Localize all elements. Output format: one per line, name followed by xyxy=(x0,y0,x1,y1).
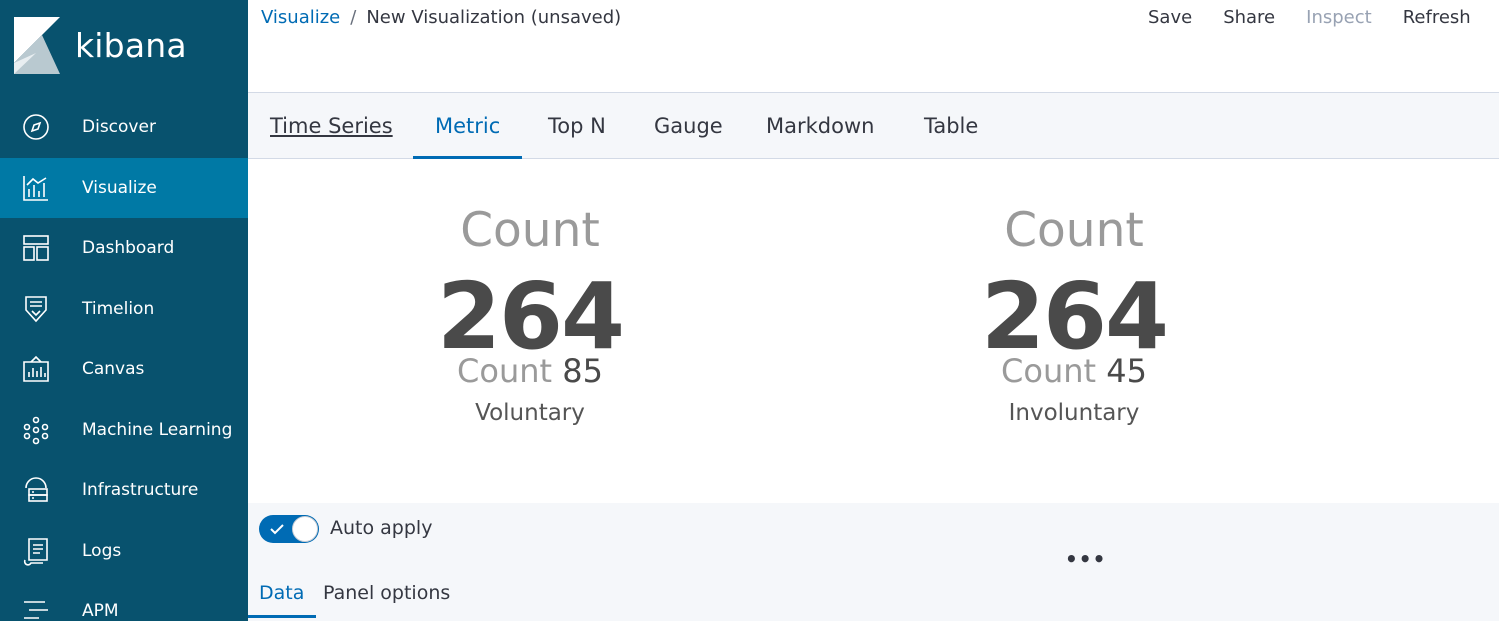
tab-markdown[interactable]: Markdown xyxy=(766,93,874,158)
tab-label: Top N xyxy=(548,113,606,138)
metric-secondary-value: 45 xyxy=(1106,352,1147,390)
canvas-icon xyxy=(23,356,49,383)
sidebar-item-dashboard[interactable]: Dashboard xyxy=(0,218,248,279)
sidebar-item-infrastructure[interactable]: Infrastructure xyxy=(0,460,248,521)
more-options-icon[interactable]: ••• xyxy=(1065,547,1106,571)
editor-panel: Auto apply ••• Data Panel options xyxy=(247,503,1499,621)
breadcrumb-current: New Visualization (unsaved) xyxy=(366,7,622,28)
breadcrumb: Visualize / New Visualization (unsaved) xyxy=(261,7,621,28)
sidebar-item-apm[interactable]: APM xyxy=(0,581,248,621)
tab-label: Markdown xyxy=(766,113,875,138)
tab-time-series[interactable]: Time Series xyxy=(270,93,393,158)
sidebar-item-timelion[interactable]: Timelion xyxy=(0,279,248,340)
kibana-logo-icon xyxy=(14,17,60,74)
share-button[interactable]: Share xyxy=(1223,7,1275,28)
tab-data[interactable]: Data xyxy=(247,582,317,618)
timelion-icon xyxy=(25,295,47,322)
sidebar-item-machine-learning[interactable]: Machine Learning xyxy=(0,400,248,461)
sidebar-item-logs[interactable]: Logs xyxy=(0,521,248,582)
metric-label: Voluntary xyxy=(475,400,585,426)
metric-secondary-label: Count xyxy=(1001,352,1097,390)
metric-secondary: Count 45 xyxy=(934,352,1214,390)
metric-visualization: Count 264 Count 85 Voluntary Count 264 C… xyxy=(248,159,1499,503)
sidebar-item-visualize[interactable]: Visualize xyxy=(0,157,248,218)
tab-label: Gauge xyxy=(654,113,723,138)
sidebar-item-label: Dashboard xyxy=(82,238,175,259)
tab-table[interactable]: Table xyxy=(924,93,978,158)
tab-label: Metric xyxy=(435,113,501,138)
sidebar-item-label: Visualize xyxy=(82,177,157,198)
tab-gauge[interactable]: Gauge xyxy=(654,93,723,158)
infrastructure-icon xyxy=(25,477,48,503)
sidebar-item-label: Infrastructure xyxy=(82,480,199,501)
top-header: Visualize / New Visualization (unsaved) … xyxy=(248,0,1499,93)
metric-secondary: Count 85 xyxy=(390,352,670,390)
compass-icon xyxy=(23,114,49,141)
tab-label: Table xyxy=(924,113,979,138)
sidebar-item-canvas[interactable]: Canvas xyxy=(0,339,248,400)
breadcrumb-separator: / xyxy=(350,7,357,28)
sidebar-item-discover[interactable]: Discover xyxy=(0,97,248,158)
sidebar-item-label: Logs xyxy=(82,540,122,561)
top-nav-menu: Save Share Inspect Refresh xyxy=(1148,7,1499,28)
app-name: kibana xyxy=(75,26,187,65)
tab-panel-options[interactable]: Panel options xyxy=(323,582,450,615)
apm-icon xyxy=(24,601,48,620)
kibana-logo[interactable]: kibana xyxy=(0,0,248,96)
kibana-app: kibana Discover Visualize Dashboard Time… xyxy=(0,0,1499,621)
metric-secondary-label: Count xyxy=(457,352,553,390)
breadcrumb-visualize-link[interactable]: Visualize xyxy=(261,7,340,28)
dashboard-icon xyxy=(23,235,49,262)
visualization-type-tabs: Time Series Metric Top N Gauge Markdown … xyxy=(248,93,1499,159)
metric-title: Count xyxy=(1004,203,1144,258)
auto-apply-toggle[interactable] xyxy=(259,515,319,543)
metric-secondary-value: 85 xyxy=(562,352,603,390)
machine-learning-icon xyxy=(23,416,49,445)
auto-apply-label: Auto apply xyxy=(330,517,433,539)
sidebar: kibana Discover Visualize Dashboard Time… xyxy=(0,0,248,621)
metric-title: Count xyxy=(460,203,600,258)
tab-top-n[interactable]: Top N xyxy=(548,93,606,158)
sidebar-item-label: Timelion xyxy=(82,298,155,319)
save-button[interactable]: Save xyxy=(1148,7,1192,28)
tab-metric[interactable]: Metric xyxy=(413,93,523,159)
refresh-button[interactable]: Refresh xyxy=(1403,7,1471,28)
sidebar-item-label: APM xyxy=(82,601,119,621)
sidebar-item-label: Discover xyxy=(82,117,156,138)
inspect-button: Inspect xyxy=(1306,7,1372,28)
tab-label: Time Series xyxy=(270,113,393,138)
toggle-knob xyxy=(292,516,318,542)
visualize-icon xyxy=(23,175,48,201)
sidebar-item-label: Canvas xyxy=(82,359,145,380)
logs-icon xyxy=(23,537,48,566)
sidebar-nav: Discover Visualize Dashboard Timelion Ca… xyxy=(0,97,248,621)
metric-label: Involuntary xyxy=(1008,400,1140,426)
sidebar-item-label: Machine Learning xyxy=(82,419,233,440)
check-icon xyxy=(270,524,284,535)
